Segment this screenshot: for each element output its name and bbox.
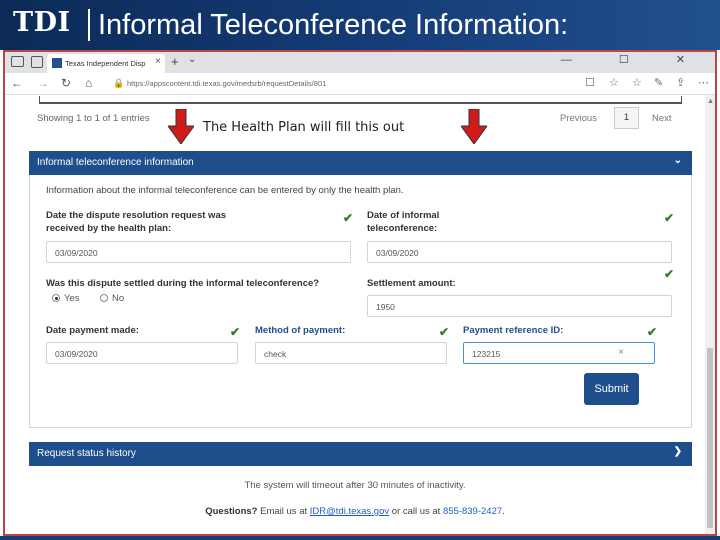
scroll-up-icon[interactable]: ▲ <box>707 98 714 105</box>
payment-method-label: Method of payment: <box>255 325 346 336</box>
payment-reference-value: 123215 <box>472 349 501 359</box>
table-bottom-edge <box>39 96 682 104</box>
header-divider <box>88 9 90 41</box>
favorites-icon[interactable]: ☆ <box>632 76 642 89</box>
reading-view-icon[interactable]: ☐ <box>585 76 595 89</box>
questions-label: Questions? <box>205 506 258 517</box>
slide-header: TDI Informal Teleconference Information: <box>0 0 720 50</box>
payment-reference-label: Payment reference ID: <box>463 325 564 336</box>
favorite-star-icon[interactable]: ☆ <box>609 76 619 89</box>
previous-page-link[interactable]: Previous <box>560 113 597 124</box>
payment-date-field[interactable]: 03/09/2020 <box>46 342 238 364</box>
request-status-history-header[interactable]: Request status history ❯ <box>29 442 692 466</box>
panel-title: Informal teleconference information <box>37 157 194 168</box>
scrollbar-thumb[interactable] <box>707 348 713 528</box>
refresh-icon[interactable]: ↻ <box>61 76 71 90</box>
tab-close-icon[interactable]: × <box>155 56 161 67</box>
clear-icon[interactable]: × <box>618 347 624 358</box>
address-bar: ← → ↻ ⌂ 🔒 https://appscontent.tdi.texas.… <box>5 73 715 95</box>
settled-yes-label[interactable]: Yes <box>64 293 80 304</box>
submit-button[interactable]: Submit <box>584 373 639 405</box>
browser-tab-bar: Texas Independent Disp × + ⌄ — ☐ ✕ <box>5 52 715 73</box>
settled-no-label[interactable]: No <box>112 293 124 304</box>
phone-link[interactable]: 855-839-2427 <box>443 506 502 517</box>
home-icon[interactable]: ⌂ <box>85 76 92 90</box>
panel-intro: Information about the informal teleconfe… <box>46 185 404 196</box>
new-tab-icon[interactable]: + <box>171 54 179 69</box>
browser-screenshot: Texas Independent Disp × + ⌄ — ☐ ✕ ← → ↻… <box>3 50 717 536</box>
slide-bottom-bar <box>0 536 720 540</box>
back-arrow-icon[interactable]: ← <box>11 76 23 90</box>
tab-dropdown-icon[interactable]: ⌄ <box>188 54 196 65</box>
call-prefix: or call us at <box>389 506 443 517</box>
date-informal-label: Date of informal teleconference: <box>367 210 440 234</box>
entries-count: Showing 1 to 1 of 1 entries <box>37 113 150 124</box>
tab-preview-icon[interactable] <box>31 56 43 68</box>
checkmark-icon: ✔ <box>664 211 675 225</box>
next-page-link[interactable]: Next <box>652 113 672 124</box>
settled-question-label: Was this dispute settled during the info… <box>46 278 320 289</box>
date-received-field[interactable]: 03/09/2020 <box>46 241 351 263</box>
annotation-arrow-right <box>461 109 487 144</box>
window-controls[interactable]: — ☐ ✕ <box>561 53 707 66</box>
checkmark-icon: ✔ <box>664 267 675 281</box>
panel-title: Request status history <box>37 448 136 459</box>
settled-yes-radio[interactable] <box>52 294 60 302</box>
timeout-notice: The system will timeout after 30 minutes… <box>244 480 466 491</box>
payment-reference-field[interactable]: 123215 × <box>463 342 655 364</box>
url-field[interactable]: 🔒 https://appscontent.tdi.texas.gov/meds… <box>109 76 609 92</box>
forward-arrow-icon[interactable]: → <box>37 76 49 90</box>
annotation-arrow-left <box>168 109 194 144</box>
url-text: https://appscontent.tdi.texas.gov/medsrb… <box>127 79 327 88</box>
tdi-logo: TDI <box>13 7 71 38</box>
settled-no-radio[interactable] <box>100 294 108 302</box>
annotation-text: The Health Plan will fill this out <box>203 120 405 135</box>
pen-icon[interactable]: ✎ <box>654 76 663 89</box>
tdi-favicon-icon <box>52 58 62 68</box>
page-number-button[interactable]: 1 <box>614 107 639 129</box>
checkmark-icon: ✔ <box>647 325 658 339</box>
settlement-amount-field[interactable]: 1950 <box>367 295 672 317</box>
date-received-label: Date the dispute resolution request was … <box>46 210 227 234</box>
tab-title: Texas Independent Disp <box>65 59 146 68</box>
chevron-right-icon[interactable]: ❯ <box>674 446 682 457</box>
more-menu-icon[interactable]: ⋯ <box>698 76 709 89</box>
payment-date-label: Date payment made: <box>46 325 139 336</box>
informal-teleconference-body: Information about the informal teleconfe… <box>29 175 692 428</box>
period: . <box>502 506 505 517</box>
settled-radio-group: Yes No <box>52 293 172 306</box>
request-status-history-panel: Request status history ❯ <box>29 442 692 466</box>
settlement-amount-label: Settlement amount: <box>367 278 456 289</box>
informal-teleconference-panel: Informal teleconference information ⌄ In… <box>29 151 692 428</box>
slide-title: Informal Teleconference Information: <box>98 9 569 41</box>
payment-method-field[interactable]: check <box>255 342 447 364</box>
informal-teleconference-header[interactable]: Informal teleconference information ⌄ <box>29 151 692 175</box>
checkmark-icon: ✔ <box>439 325 450 339</box>
tab-actions-icon[interactable] <box>11 56 24 67</box>
email-prefix: Email us at <box>257 506 310 517</box>
browser-tab[interactable]: Texas Independent Disp <box>47 54 165 73</box>
lock-icon: 🔒 <box>113 78 125 88</box>
contact-line: Questions? Email us at IDR@tdi.texas.gov… <box>5 506 705 517</box>
checkmark-icon: ✔ <box>343 211 354 225</box>
email-link[interactable]: IDR@tdi.texas.gov <box>310 506 389 517</box>
chevron-down-icon[interactable]: ⌄ <box>674 155 682 166</box>
date-informal-field[interactable]: 03/09/2020 <box>367 241 672 263</box>
checkmark-icon: ✔ <box>230 325 241 339</box>
share-icon[interactable]: ⇪ <box>676 76 685 89</box>
